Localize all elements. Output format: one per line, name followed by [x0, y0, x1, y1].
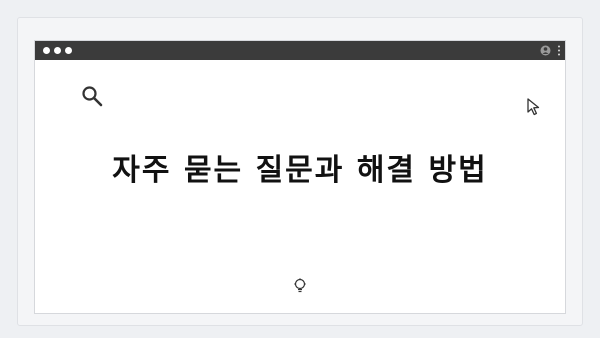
search-icon[interactable] [80, 84, 104, 108]
cursor-arrow-icon [527, 98, 540, 116]
window-titlebar [35, 41, 565, 60]
lightbulb-icon [294, 278, 306, 293]
kebab-menu-icon[interactable] [557, 45, 561, 56]
window-controls [43, 47, 72, 54]
user-icon[interactable] [540, 45, 551, 56]
window-close-dot[interactable] [43, 47, 50, 54]
page-title: 자주 묻는 질문과 해결 방법 [112, 153, 488, 188]
browser-window: 자주 묻는 질문과 해결 방법 [34, 40, 566, 314]
window-maximize-dot[interactable] [65, 47, 72, 54]
window-minimize-dot[interactable] [54, 47, 61, 54]
